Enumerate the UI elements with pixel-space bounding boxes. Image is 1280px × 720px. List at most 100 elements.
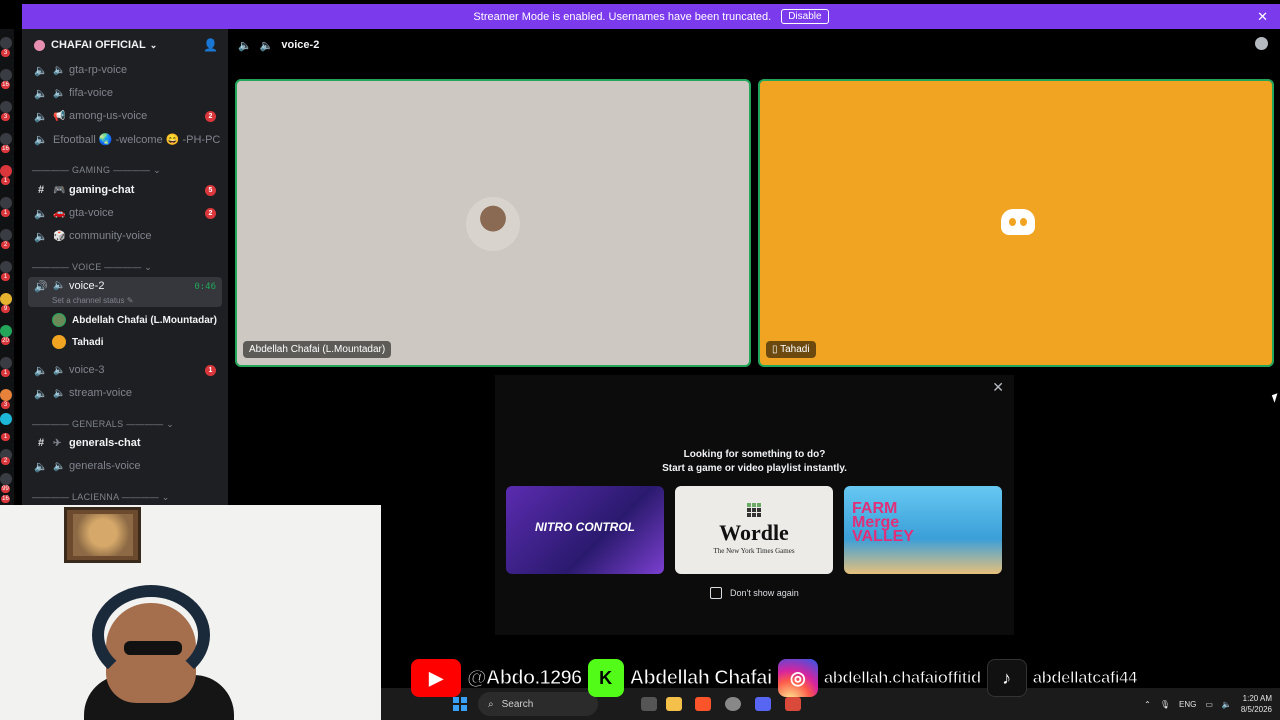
activity-prompt-line1: Looking for something to do? [683, 449, 826, 460]
chevron-down-icon: ⌄ [149, 39, 158, 50]
channel-gaming-chat[interactable]: # 🎮 gaming-chat 5 [28, 180, 222, 200]
server-header[interactable]: CHAFAI OFFICIAL ⌄ 👤 [22, 29, 228, 61]
activity-prompt-line2: Start a game or video playlist instantly… [662, 463, 847, 474]
channel-generals-chat[interactable]: # ✈ generals-chat [28, 433, 222, 453]
clock[interactable]: 1:20 AM 8/5/2026 [1241, 693, 1272, 715]
channel-fifa-voice[interactable]: 🔈 🔈 fifa-voice [28, 83, 222, 103]
channel-label: among-us-voice [69, 110, 148, 122]
cube-icon: 🎲 [53, 230, 66, 242]
channel-label: gaming-chat [69, 184, 135, 196]
category-gaming[interactable]: ———— GAMING ———— ⌄ [32, 165, 161, 176]
language-indicator[interactable]: ENG [1179, 700, 1196, 709]
activity-card-nitro-control[interactable]: NITRO CONTROL [506, 486, 664, 574]
gamepad-icon: 🎮 [53, 184, 66, 196]
server-icon[interactable] [0, 133, 12, 145]
server-icon[interactable] [0, 473, 12, 485]
server-icon[interactable] [0, 229, 12, 241]
channel-voice-3[interactable]: 🔈 🔈 voice-3 1 [28, 360, 222, 380]
channel-sidebar: CHAFAI OFFICIAL ⌄ 👤 🔈 🔈 gta-rp-voice 🔈 🔈 f… [22, 29, 228, 505]
server-icon[interactable] [0, 197, 12, 209]
server-icon[interactable] [0, 389, 12, 401]
speaker-icon: 🔈 [238, 39, 252, 52]
streamer-mode-banner: Streamer Mode is enabled. Usernames have… [22, 4, 1280, 29]
server-icon[interactable] [0, 165, 12, 177]
close-banner-icon[interactable]: ✕ [1257, 9, 1268, 25]
channel-gta-rp-voice[interactable]: 🔈 🔈 gta-rp-voice [28, 60, 222, 80]
chat-bubble-icon[interactable] [1255, 37, 1268, 50]
chevron-up-icon[interactable]: ⌃ [1144, 700, 1151, 709]
channel-gta-voice[interactable]: 🔈 🚗 gta-voice 2 [28, 203, 222, 223]
rail-badge: 1 [1, 369, 10, 377]
rail-badge: 3 [1, 49, 10, 57]
disable-streamer-mode-button[interactable]: Disable [781, 9, 829, 24]
search-label: Search [501, 698, 534, 710]
channel-status[interactable]: Set a channel status ✎ [52, 296, 133, 305]
activity-card-wordle[interactable]: Wordle The New York Times Games [675, 486, 833, 574]
category-generals[interactable]: ———— GENERALS ———— ⌄ [32, 419, 174, 430]
speaker-icon: 🔈 [53, 364, 66, 376]
dont-show-again-checkbox[interactable]: Don't show again [710, 587, 799, 599]
channel-label: voice-3 [69, 364, 105, 376]
activity-panel: ✕ Looking for something to do? Start a g… [495, 375, 1014, 635]
category-voice[interactable]: ———— VOICE ———— ⌄ [32, 262, 152, 273]
search-icon: ⌕ [488, 698, 494, 710]
speaker-icon: 🔈 [34, 110, 48, 123]
voice-member[interactable]: Abdellah Chafai (L.Mountadar) [52, 310, 217, 330]
channel-among-us-voice[interactable]: 🔈 📢 among-us-voice 2 [28, 106, 222, 126]
rail-badge: 2 [1, 457, 10, 465]
rail-badge: 1 [1, 177, 10, 185]
tiktok-handle: abdellatcafi44 [1032, 668, 1138, 688]
add-member-icon[interactable]: 👤 [203, 38, 218, 52]
instagram-handle: abdellah.chafaioffitid [823, 668, 981, 688]
monitor-icon[interactable]: ▭ [1205, 700, 1213, 709]
microphone-icon[interactable]: 🎙 [1160, 700, 1170, 709]
rail-badge: 20 [1, 337, 10, 345]
volume-icon[interactable]: 🔈 [1222, 700, 1232, 709]
speaker-icon: 🔈 [53, 280, 66, 291]
mention-badge: 2 [205, 111, 216, 122]
channel-generals-voice[interactable]: 🔈 🔈 generals-voice [28, 456, 222, 476]
instagram-icon: ◎ [777, 659, 818, 697]
avatar [52, 313, 66, 327]
activity-title: Wordle [719, 520, 789, 545]
voice-member[interactable]: Tahadi [52, 332, 103, 352]
checkbox-label: Don't show again [730, 588, 799, 598]
checkbox-icon[interactable] [710, 587, 722, 599]
server-icon[interactable] [0, 413, 12, 425]
channel-label: Efootball 🌏 -welcome 😄 -PH-PC [53, 133, 221, 146]
server-icon[interactable] [0, 261, 12, 273]
kick-icon: K [587, 659, 624, 697]
headset [92, 585, 210, 685]
speaker-icon: 🔈 [34, 207, 48, 220]
category-lacienna[interactable]: ———— LACIENNA ———— ⌄ [32, 492, 170, 503]
participant-tile[interactable]: Abdellah Chafai (L.Mountadar) [235, 79, 751, 367]
channel-stream-voice[interactable]: 🔈 🔈 stream-voice [28, 383, 222, 403]
speaker-icon: 🔈 [53, 87, 66, 99]
clock-time: 1:20 AM [1242, 694, 1272, 703]
channel-label: generals-voice [69, 460, 141, 472]
channel-community-voice[interactable]: 🔈 🎲 community-voice [28, 226, 222, 246]
server-icon[interactable] [0, 357, 12, 369]
activity-prompt: Looking for something to do? Start a gam… [495, 448, 1014, 476]
participant-tile[interactable]: ▯ Tahadi [758, 79, 1274, 367]
wordle-grid-icon [747, 503, 761, 517]
speaker-icon: 🔈 [34, 133, 48, 146]
server-icon[interactable] [0, 69, 12, 81]
server-icon[interactable] [0, 37, 12, 49]
close-icon[interactable]: ✕ [992, 379, 1004, 396]
activity-title: FARM Merge VALLEY [852, 500, 914, 545]
wall-picture [64, 507, 141, 563]
rail-badge: 3 [1, 113, 10, 121]
server-icon[interactable] [0, 293, 12, 305]
activity-card-farm-merge-valley[interactable]: FARM Merge VALLEY [844, 486, 1002, 574]
car-icon: 🚗 [53, 207, 66, 219]
megaphone-icon: 📢 [53, 110, 66, 122]
mouse-cursor-icon [1271, 393, 1280, 403]
lion-picture [73, 514, 133, 556]
channel-efootball[interactable]: 🔈 Efootball 🌏 -welcome 😄 -PH-PC [28, 129, 222, 149]
server-rail: 3 16 3 16 1 1 2 1 9 20 1 3 1 2 99 16 [0, 29, 14, 505]
server-icon[interactable] [0, 101, 12, 113]
social-handles-overlay: ▶ @Abdo.1296 K Abdellah Chafai ◎ abdella… [411, 656, 1211, 700]
server-icon[interactable] [0, 325, 12, 337]
webcam-overlay [0, 505, 381, 720]
